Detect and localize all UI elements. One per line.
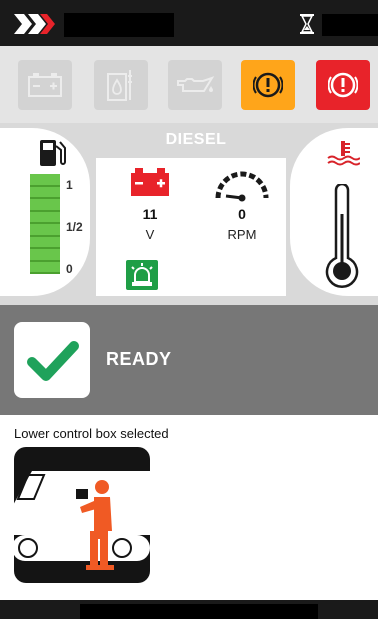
battery-icon xyxy=(28,73,62,97)
hydraulic-fluid-icon xyxy=(107,70,132,101)
oil-pressure-alert-tile xyxy=(168,60,222,110)
status-label: READY xyxy=(106,349,172,369)
tachometer-icon xyxy=(215,171,269,202)
fuel-level-gauge xyxy=(30,174,60,274)
hourglass-icon xyxy=(300,14,314,34)
control-box-label: Lower control box selected xyxy=(14,426,169,441)
ready-indicator xyxy=(14,322,90,398)
hydraulic-alert-tile xyxy=(94,60,148,110)
title-placeholder xyxy=(64,13,174,37)
fuel-scale-half: 1/2 xyxy=(66,220,83,234)
bottom-message-placeholder xyxy=(80,604,318,619)
warning-icon xyxy=(253,72,283,98)
oil-pressure-icon xyxy=(177,76,215,92)
fault-alert-tile xyxy=(316,60,370,110)
fuel-type-label: DIESEL xyxy=(165,131,227,148)
alert-icon-strip xyxy=(0,46,378,123)
fuel-scale-full: 1 xyxy=(66,178,73,192)
fuel-pump-icon xyxy=(40,140,66,166)
battery-voltage-unit: V xyxy=(145,227,155,242)
beacon-icon xyxy=(126,260,158,290)
checkmark-icon xyxy=(27,341,79,381)
lower-control-operator-icon xyxy=(14,471,150,570)
thermometer-gauge xyxy=(325,184,359,288)
battery-alert-tile xyxy=(18,60,72,110)
brand-logo xyxy=(14,14,55,34)
engine-speed-unit: RPM xyxy=(227,227,257,242)
coolant-temperature-icon xyxy=(327,141,360,166)
hour-meter-placeholder xyxy=(322,14,378,36)
engine-speed-value: 0 xyxy=(238,206,246,222)
battery-voltage-value: 11 xyxy=(142,206,158,222)
lower-control-box-button[interactable] xyxy=(14,447,150,583)
fault-icon xyxy=(328,72,358,98)
warning-alert-tile xyxy=(241,60,295,110)
battery-voltage-icon xyxy=(131,168,169,196)
fuel-scale-empty: 0 xyxy=(66,262,73,276)
